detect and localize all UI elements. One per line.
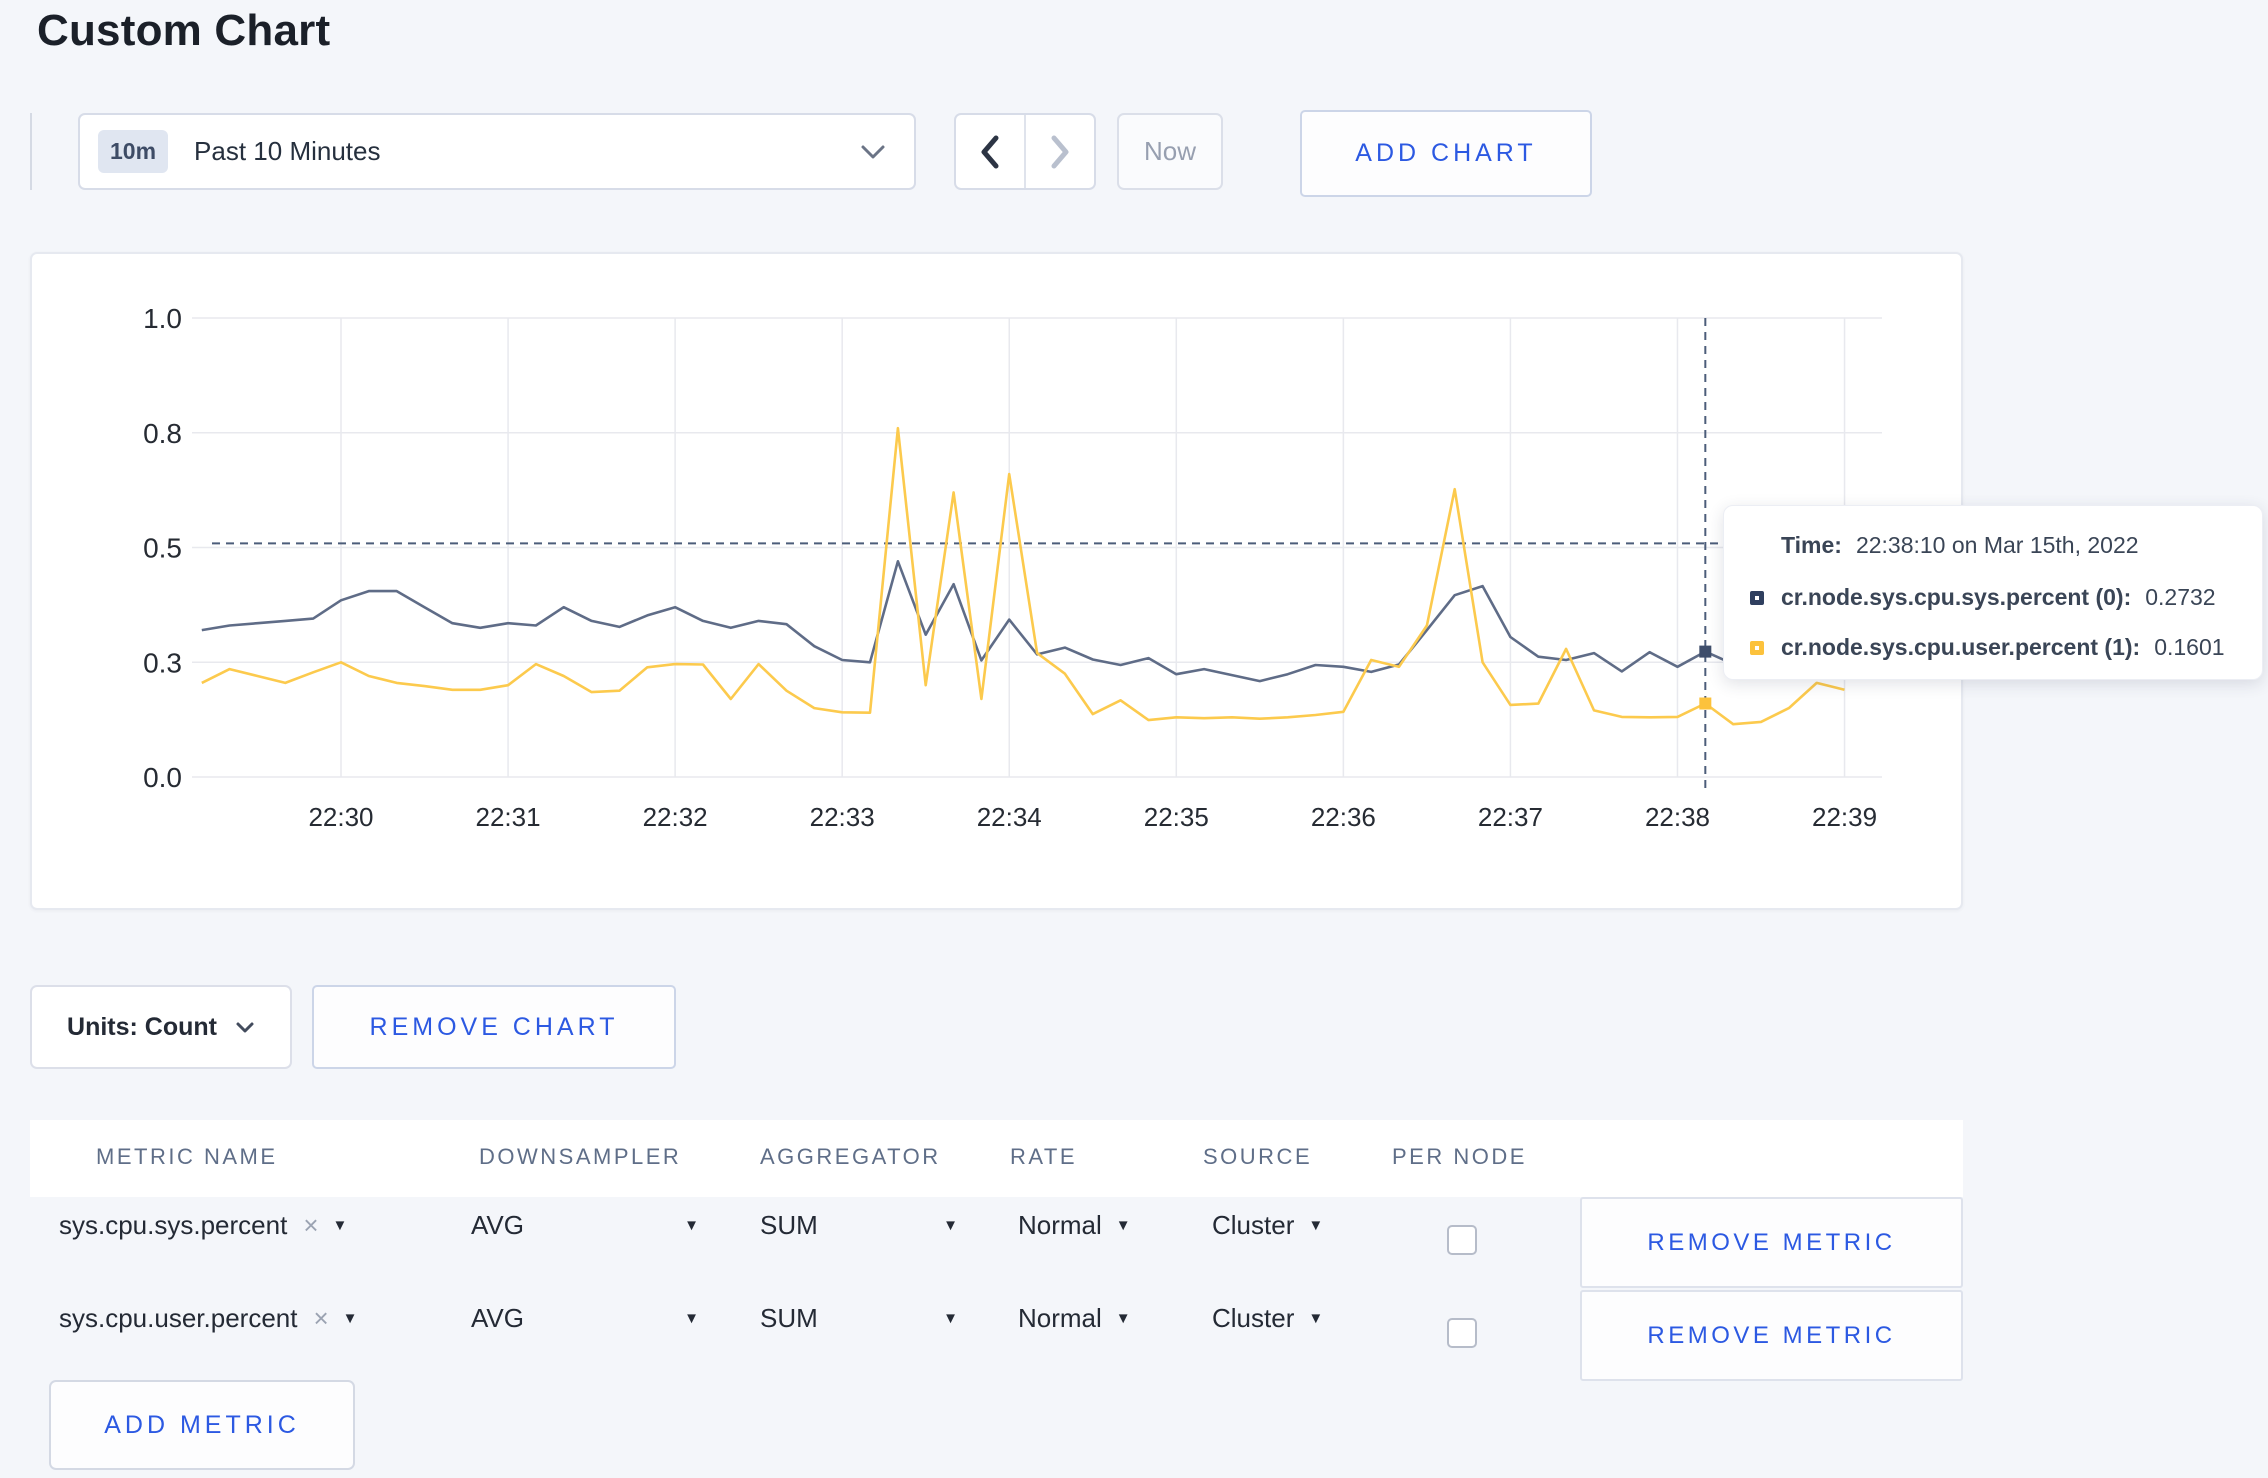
chevron-left-icon xyxy=(980,135,1000,169)
units-dropdown[interactable]: Units: Count xyxy=(30,985,292,1069)
col-downsampler: DOWNSAMPLER xyxy=(479,1144,682,1169)
units-label: Units: Count xyxy=(67,1012,217,1041)
tooltip-time-label: Time: xyxy=(1781,532,1842,558)
metric-name-select[interactable]: sys.cpu.user.percent × ▼ xyxy=(59,1303,358,1334)
downsampler-select[interactable]: AVG ▼ xyxy=(471,1210,699,1241)
chevron-down-icon xyxy=(235,1021,255,1034)
metric-name-value: sys.cpu.user.percent xyxy=(59,1303,298,1333)
metric-name-select[interactable]: sys.cpu.sys.percent × ▼ xyxy=(59,1210,347,1241)
left-divider xyxy=(30,113,32,190)
remove-metric-button[interactable]: REMOVE METRIC xyxy=(1580,1290,1963,1381)
remove-metric-button[interactable]: REMOVE METRIC xyxy=(1580,1197,1963,1288)
per-node-checkbox[interactable] xyxy=(1447,1318,1477,1348)
metrics-table-header: METRIC NAME DOWNSAMPLER AGGREGATOR RATE … xyxy=(30,1120,1963,1197)
rate-select[interactable]: Normal ▼ xyxy=(1018,1303,1131,1334)
caret-down-icon: ▼ xyxy=(1115,1217,1131,1234)
time-pager xyxy=(954,113,1096,190)
per-node-checkbox[interactable] xyxy=(1447,1225,1477,1255)
svg-text:22:30: 22:30 xyxy=(308,802,373,832)
source-value: Cluster xyxy=(1212,1210,1295,1240)
timeseries-chart[interactable]: 0.0 0.3 0.5 0.8 1.0 22:30 22:31 22:32 22:33 22:34… xyxy=(32,254,1965,912)
chevron-down-icon xyxy=(860,144,886,160)
aggregator-select[interactable]: SUM ▼ xyxy=(760,1210,958,1241)
time-window-dropdown[interactable]: 10m Past 10 Minutes xyxy=(78,113,916,190)
downsampler-value: AVG xyxy=(471,1210,524,1240)
svg-text:22:33: 22:33 xyxy=(810,802,875,832)
svg-text:22:32: 22:32 xyxy=(643,802,708,832)
svg-text:0.0: 0.0 xyxy=(143,762,182,793)
next-time-button[interactable] xyxy=(1026,115,1094,188)
caret-down-icon[interactable]: ▼ xyxy=(333,1217,348,1234)
caret-down-icon: ▼ xyxy=(684,1217,699,1234)
caret-down-icon: ▼ xyxy=(1308,1217,1324,1234)
caret-down-icon[interactable]: ▼ xyxy=(343,1310,358,1327)
chart-tooltip: Time: 22:38:10 on Mar 15th, 2022 cr.node… xyxy=(1723,505,2263,680)
aggregator-value: SUM xyxy=(760,1210,818,1240)
caret-down-icon: ▼ xyxy=(1308,1310,1324,1327)
chevron-right-icon xyxy=(1050,135,1070,169)
caret-down-icon: ▼ xyxy=(943,1310,958,1327)
source-select[interactable]: Cluster ▼ xyxy=(1212,1210,1323,1241)
add-metric-button[interactable]: ADD METRIC xyxy=(49,1380,355,1470)
tooltip-series-name: cr.node.sys.cpu.sys.percent (0): xyxy=(1781,584,2132,610)
col-rate: RATE xyxy=(1010,1144,1078,1169)
source-value: Cluster xyxy=(1212,1303,1295,1333)
downsampler-value: AVG xyxy=(471,1303,524,1333)
svg-text:22:38: 22:38 xyxy=(1645,802,1710,832)
caret-down-icon: ▼ xyxy=(943,1217,958,1234)
add-chart-button[interactable]: ADD CHART xyxy=(1300,110,1592,197)
rate-value: Normal xyxy=(1018,1210,1102,1240)
col-per-node: PER NODE xyxy=(1392,1144,1527,1169)
downsampler-select[interactable]: AVG ▼ xyxy=(471,1303,699,1334)
series-sys-marker-icon xyxy=(1750,590,1764,605)
svg-text:22:36: 22:36 xyxy=(1311,802,1376,832)
source-select[interactable]: Cluster ▼ xyxy=(1212,1303,1323,1334)
aggregator-select[interactable]: SUM ▼ xyxy=(760,1303,958,1334)
svg-text:0.3: 0.3 xyxy=(143,647,182,678)
metric-name-value: sys.cpu.sys.percent xyxy=(59,1210,288,1240)
aggregator-value: SUM xyxy=(760,1303,818,1333)
tooltip-time-value: 22:38:10 on Mar 15th, 2022 xyxy=(1855,532,2139,558)
rate-value: Normal xyxy=(1018,1303,1102,1333)
tooltip-series-value: 0.2732 xyxy=(2145,584,2216,610)
svg-text:22:39: 22:39 xyxy=(1812,802,1877,832)
svg-text:22:31: 22:31 xyxy=(476,802,541,832)
time-window-badge: 10m xyxy=(98,130,169,173)
clear-metric-icon[interactable]: × xyxy=(313,1303,328,1334)
now-button[interactable]: Now xyxy=(1117,113,1223,190)
svg-text:0.8: 0.8 xyxy=(143,418,182,449)
svg-text:1.0: 1.0 xyxy=(143,303,182,334)
svg-text:22:37: 22:37 xyxy=(1478,802,1543,832)
svg-text:22:34: 22:34 xyxy=(977,802,1042,832)
svg-text:0.5: 0.5 xyxy=(143,533,182,564)
series-user-marker-icon xyxy=(1750,640,1764,655)
tooltip-series-value: 0.1601 xyxy=(2154,634,2225,660)
col-metric-name: METRIC NAME xyxy=(96,1144,278,1169)
col-aggregator: AGGREGATOR xyxy=(760,1144,941,1169)
col-source: SOURCE xyxy=(1203,1144,1313,1169)
tooltip-series-name: cr.node.sys.cpu.user.percent (1): xyxy=(1781,634,2141,660)
custom-chart-card[interactable]: 0.0 0.3 0.5 0.8 1.0 22:30 22:31 22:32 22:33 22:34… xyxy=(30,252,1963,910)
caret-down-icon: ▼ xyxy=(1115,1310,1131,1327)
caret-down-icon: ▼ xyxy=(684,1310,699,1327)
page-title: Custom Chart xyxy=(37,6,331,55)
svg-text:22:35: 22:35 xyxy=(1144,802,1209,832)
prev-time-button[interactable] xyxy=(956,115,1026,188)
time-window-label: Past 10 Minutes xyxy=(194,136,381,166)
remove-chart-button[interactable]: REMOVE CHART xyxy=(312,985,676,1069)
rate-select[interactable]: Normal ▼ xyxy=(1018,1210,1131,1241)
clear-metric-icon[interactable]: × xyxy=(303,1210,318,1241)
